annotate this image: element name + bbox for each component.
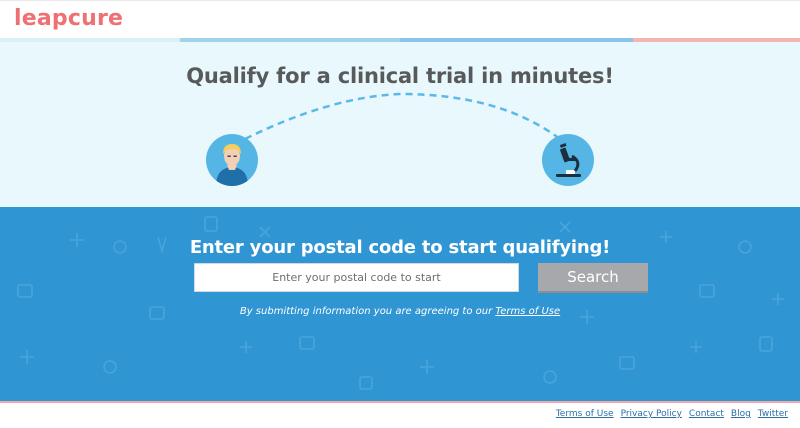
terms-of-use-link[interactable]: Terms of Use	[495, 306, 560, 317]
site-header: leapcure	[0, 0, 800, 38]
site-footer: Terms of Use Privacy Policy Contact Blog…	[0, 403, 800, 428]
leapcure-logo[interactable]: leapcure	[14, 6, 123, 31]
microscope-icon	[542, 134, 594, 186]
search-title: Enter your postal code to start qualifyi…	[189, 237, 611, 258]
postal-code-input[interactable]	[194, 263, 519, 292]
patient-icon	[206, 134, 258, 186]
footer-link-contact[interactable]: Contact	[689, 409, 724, 419]
dashed-arc	[244, 92, 561, 141]
disclaimer-text: By submitting information you are agreei…	[239, 306, 496, 317]
hero-section: Qualify for a clinical trial in minutes!	[0, 42, 800, 207]
search-section: Enter your postal code to start qualifyi…	[0, 207, 800, 401]
footer-link-twitter[interactable]: Twitter	[758, 409, 788, 419]
footer-link-privacy[interactable]: Privacy Policy	[621, 409, 682, 419]
terms-disclaimer: By submitting information you are agreei…	[0, 306, 800, 317]
footer-link-terms[interactable]: Terms of Use	[556, 409, 614, 419]
search-button[interactable]: Search	[538, 263, 648, 293]
footer-link-blog[interactable]: Blog	[731, 409, 751, 419]
footer-links: Terms of Use Privacy Policy Contact Blog…	[556, 409, 788, 419]
